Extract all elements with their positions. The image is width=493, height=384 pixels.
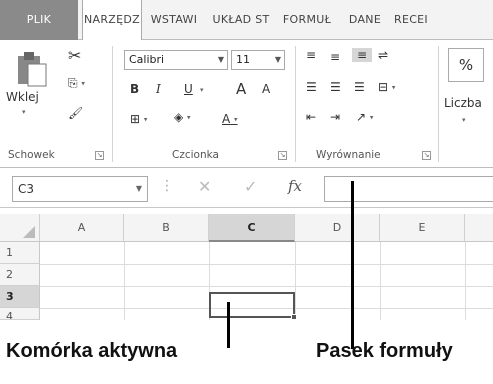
paste-icon — [18, 52, 47, 87]
ribbon-tab-bar: PLIK NARZĘDZ WSTAWI UKŁAD ST FORMUŁ DANE… — [0, 0, 493, 41]
active-cell-caption: Komórka aktywna — [6, 340, 178, 362]
align-bottom-icon[interactable]: ≡ — [352, 48, 372, 62]
formula-bar-caption: Pasek formuły — [316, 340, 453, 362]
group-divider — [438, 46, 439, 162]
merge-icon[interactable]: ⊟ ▾ — [378, 80, 395, 94]
more-icon: ⋮ — [160, 178, 174, 194]
column-header-e[interactable]: E — [380, 214, 465, 242]
clipboard-group-label: Schowek — [8, 149, 55, 161]
grid-line — [40, 264, 493, 265]
bold-button[interactable]: B — [130, 82, 139, 96]
grid-line — [295, 242, 296, 320]
column-header-partial[interactable] — [465, 214, 493, 242]
group-divider — [295, 46, 296, 162]
alignment-group-label: Wyrównanie — [316, 149, 381, 161]
shrink-font-button[interactable]: A — [262, 82, 270, 96]
paste-label: Wklej — [6, 90, 39, 104]
column-header-d[interactable]: D — [295, 214, 380, 242]
insert-function-icon[interactable]: fx — [288, 177, 302, 195]
formula-bar-callout-line — [351, 181, 354, 349]
name-box[interactable]: C3 ▼ — [12, 176, 148, 202]
font-color-letter: A — [222, 112, 231, 126]
active-cell-c3[interactable] — [209, 292, 295, 318]
font-color-button[interactable]: A ▾ — [222, 112, 238, 126]
grid-line — [124, 242, 125, 320]
italic-button[interactable]: I — [156, 82, 161, 96]
tab-insert[interactable]: WSTAWI — [144, 0, 204, 40]
align-left-icon[interactable]: ☰ — [306, 80, 317, 94]
active-cell-callout-line — [227, 302, 230, 348]
tab-tools[interactable]: NARZĘDZ — [82, 0, 142, 41]
chevron-down-icon: ▼ — [217, 55, 224, 64]
column-header-b[interactable]: B — [124, 214, 209, 242]
formula-input[interactable] — [324, 176, 493, 202]
borders-icon[interactable]: ⊞ ▾ — [130, 112, 147, 126]
alignment-launcher-icon[interactable]: ↘ — [422, 151, 431, 160]
enter-icon[interactable]: ✓ — [244, 177, 257, 196]
paste-button[interactable]: Wklej ▾ — [6, 48, 52, 128]
grid-line — [40, 286, 493, 287]
increase-indent-icon[interactable]: ⇥ — [330, 110, 340, 124]
chevron-down-icon: ▼ — [135, 184, 142, 193]
font-size-combo[interactable]: 11 ▼ — [231, 50, 285, 70]
tab-formulas[interactable]: FORMUŁ — [276, 0, 338, 40]
underline-button[interactable]: U — [184, 82, 193, 96]
align-middle-icon[interactable]: ≡ — [330, 50, 340, 64]
grid-line — [465, 242, 466, 320]
formula-bar: C3 ▼ ⋮ ✕ ✓ fx — [0, 168, 493, 208]
row-header-2[interactable]: 2 — [0, 264, 40, 286]
orientation-icon[interactable]: ↗ ▾ — [356, 110, 373, 124]
font-launcher-icon[interactable]: ↘ — [278, 151, 287, 160]
tab-review[interactable]: RECEI — [390, 0, 493, 40]
grow-font-button[interactable]: A — [236, 80, 246, 98]
select-all-corner[interactable] — [0, 214, 40, 242]
ribbon: Wklej ▾ ✂ ⎘ ▾ 🖌 Schowek ↘ Calibri ▼ 11 ▼… — [0, 40, 493, 168]
row-header-3[interactable]: 3 — [0, 286, 40, 308]
cancel-icon[interactable]: ✕ — [198, 177, 211, 196]
chevron-down-icon: ▼ — [274, 55, 281, 64]
font-name-value: Calibri — [129, 53, 165, 66]
tab-data[interactable]: DANE — [342, 0, 388, 40]
tab-file[interactable]: PLIK — [0, 0, 78, 40]
number-format-label[interactable]: Liczba — [444, 96, 482, 110]
fill-color-icon[interactable]: ◈ ▾ — [174, 110, 191, 124]
font-size-value: 11 — [236, 53, 250, 66]
grid-line — [380, 242, 381, 320]
group-divider — [112, 46, 113, 162]
format-painter-icon[interactable]: 🖌 — [68, 106, 83, 120]
column-header-a[interactable]: A — [40, 214, 124, 242]
align-center-icon[interactable]: ☰ — [330, 80, 341, 94]
fill-handle[interactable] — [291, 314, 297, 320]
wrap-text-icon[interactable]: ⇌ — [378, 48, 388, 62]
cut-icon[interactable]: ✂ — [68, 46, 81, 65]
percent-style-button[interactable]: % — [448, 48, 484, 82]
name-box-value: C3 — [18, 182, 35, 196]
decrease-indent-icon[interactable]: ⇤ — [306, 110, 316, 124]
copy-icon[interactable]: ⎘ ▾ — [68, 76, 85, 91]
font-name-combo[interactable]: Calibri ▼ — [124, 50, 228, 70]
row-header-1[interactable]: 1 — [0, 242, 40, 264]
row-header-4[interactable]: 4 — [0, 308, 40, 320]
align-right-icon[interactable]: ☰ — [354, 80, 365, 94]
clipboard-launcher-icon[interactable]: ↘ — [95, 151, 104, 160]
font-group-label: Czcionka — [172, 149, 219, 161]
column-header-c[interactable]: C — [209, 214, 295, 242]
tab-page-layout[interactable]: UKŁAD ST — [208, 0, 274, 40]
select-all-icon — [23, 226, 35, 238]
align-top-icon[interactable]: ≡ — [306, 48, 316, 62]
